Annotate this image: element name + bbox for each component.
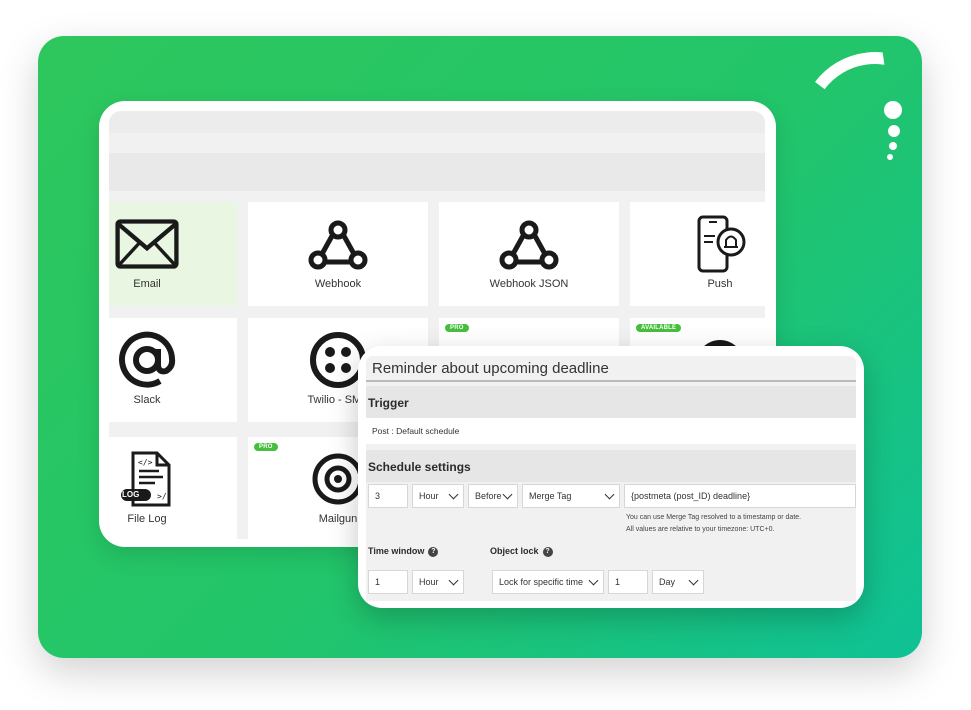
chevron-down-icon (688, 575, 699, 586)
schedule-settings-panel: Reminder about upcoming deadline Trigger… (366, 356, 856, 601)
schedule-relation-value: Before (475, 491, 502, 501)
panel-header-bar (109, 153, 765, 191)
channel-label: Email (133, 278, 161, 290)
schedule-settings-card: Reminder about upcoming deadline Trigger… (358, 346, 864, 608)
channel-label: Push (707, 278, 733, 290)
channel-tile-push[interactable]: Push (630, 202, 765, 306)
log-tag: LOG (122, 490, 140, 499)
chevron-down-icon (588, 575, 599, 586)
object-lock-amount-input[interactable]: 1 (608, 570, 648, 594)
trigger-heading: Trigger (366, 386, 856, 418)
schedule-amount-input[interactable]: 3 (368, 484, 408, 508)
trigger-value[interactable]: Post : Default schedule (366, 418, 856, 444)
schedule-unit-select[interactable]: Hour (412, 484, 464, 508)
help-icon[interactable]: ? (428, 546, 439, 557)
svg-text:</>: </> (138, 458, 153, 467)
time-window-label-text: Time window (368, 546, 425, 556)
schedule-source-value: Merge Tag (529, 491, 572, 501)
webhook-icon (306, 212, 370, 276)
chevron-down-icon (604, 489, 615, 500)
file-log-icon: </> >/ LOG (115, 447, 179, 511)
channel-tile-file-log[interactable]: </> >/ LOG File Log (109, 437, 237, 539)
phone-bell-icon (688, 212, 752, 276)
channel-tile-slack[interactable]: Slack (109, 318, 237, 422)
merge-tag-help: You can use Merge Tag resolved to a time… (626, 514, 802, 521)
time-window-unit-select[interactable]: Hour (412, 570, 464, 594)
notification-title: Reminder about upcoming deadline (372, 360, 609, 377)
channel-tile-email[interactable]: Email (109, 202, 237, 306)
channel-label: File Log (127, 513, 167, 525)
time-window-unit-value: Hour (419, 577, 439, 587)
object-lock-label: Object lock? (490, 546, 553, 557)
title-divider (366, 380, 856, 382)
channel-label: Mailgun (318, 513, 358, 525)
channel-label: Slack (133, 394, 161, 406)
webhook-icon (497, 212, 561, 276)
pro-badge: PRO (254, 443, 278, 451)
chevron-down-icon (448, 575, 459, 586)
channel-label: Webhook JSON (489, 278, 569, 290)
schedule-source-select[interactable]: Merge Tag (522, 484, 620, 508)
svg-text:>/: >/ (157, 492, 167, 501)
object-lock-unit-select[interactable]: Day (652, 570, 704, 594)
object-lock-unit-value: Day (659, 577, 676, 587)
object-lock-mode-select[interactable]: Lock for specific time (492, 570, 604, 594)
envelope-icon (115, 212, 179, 276)
object-lock-mode-value: Lock for specific time (499, 577, 584, 587)
decorative-dot (888, 125, 900, 137)
schedule-relation-select[interactable]: Before (468, 484, 518, 508)
pro-badge: PRO (445, 324, 469, 332)
time-window-label: Time window? (368, 546, 439, 557)
available-badge: AVAILABLE (636, 324, 682, 332)
decorative-dot (884, 101, 902, 119)
chevron-down-icon (448, 489, 459, 500)
at-sign-icon (115, 328, 179, 392)
window-top-strip (109, 111, 765, 133)
help-icon[interactable]: ? (542, 546, 553, 557)
decorative-dot (889, 142, 897, 150)
object-lock-label-text: Object lock (490, 546, 539, 556)
channel-tile-webhook-json[interactable]: Webhook JSON (439, 202, 619, 306)
time-window-amount-input[interactable]: 1 (368, 570, 408, 594)
merge-tag-input[interactable]: {postmeta (post_ID) deadline} (624, 484, 856, 508)
channel-label: Webhook (314, 278, 362, 290)
schedule-unit-value: Hour (419, 491, 439, 501)
schedule-heading: Schedule settings (366, 450, 856, 482)
timezone-help: All values are relative to your timezone… (626, 526, 775, 533)
decorative-dot (887, 154, 893, 160)
chevron-down-icon (502, 489, 513, 500)
channel-tile-webhook[interactable]: Webhook (248, 202, 428, 306)
